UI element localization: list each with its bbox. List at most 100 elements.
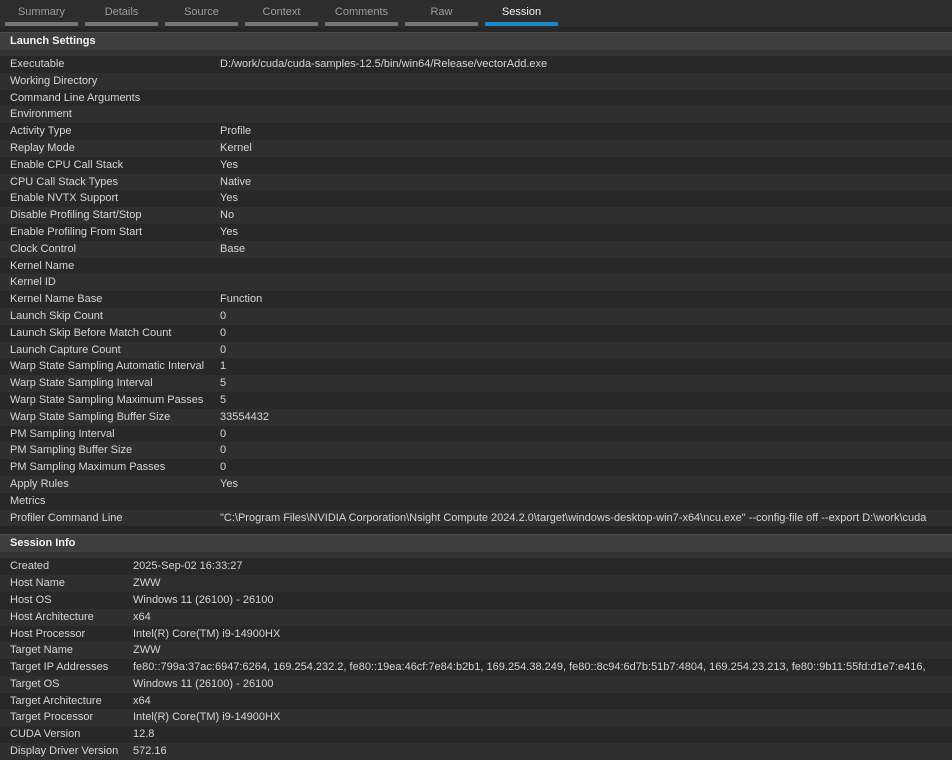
property-row: Enable Profiling From Start Yes: [0, 223, 952, 241]
property-value: 12.8: [133, 728, 155, 741]
property-row: Kernel ID: [0, 274, 952, 292]
property-value: [220, 73, 952, 90]
property-label: Disable Profiling Start/Stop: [10, 209, 142, 222]
property-value: 33554432: [220, 410, 269, 423]
property-row: PM Sampling Buffer Size 0: [0, 442, 952, 460]
property-row: Display Driver Version 572.16: [0, 743, 952, 760]
tab-label: Source: [184, 6, 219, 18]
tab-underline: [85, 22, 158, 26]
property-label: Clock Control: [10, 242, 77, 255]
property-value: 0: [220, 444, 227, 457]
property-value: ZWW: [133, 577, 161, 590]
property-row: Executable D:/work/cuda/cuda-samples-12.5…: [0, 56, 952, 73]
section-header-launch-settings: Launch Settings: [0, 32, 952, 50]
tab-summary[interactable]: Summary: [5, 0, 78, 27]
tab-comments[interactable]: Comments: [325, 0, 398, 27]
property-label: PM Sampling Buffer Size: [10, 444, 133, 457]
property-row: Profiler Command Line "C:\Program Files\N…: [0, 509, 952, 527]
property-row: Launch Skip Count 0: [0, 307, 952, 325]
tab-underline: [5, 22, 78, 26]
property-label: Host Architecture: [10, 610, 94, 623]
property-row: Host Architecture x64: [0, 608, 952, 626]
property-value: Kernel: [220, 141, 252, 154]
property-value: Intel(R) Core(TM) i9-14900HX: [133, 627, 281, 640]
property-label: Display Driver Version: [10, 745, 119, 758]
property-label: Target IP Addresses: [10, 661, 109, 674]
tab-label: Session: [501, 6, 542, 18]
property-row: Host Processor Intel(R) Core(TM) i9-14900…: [0, 625, 952, 643]
property-row: Host Name ZWW: [0, 575, 952, 592]
tab-source[interactable]: Source: [165, 0, 238, 27]
property-label: Launch Skip Before Match Count: [10, 326, 172, 339]
property-label: Target Processor: [10, 711, 94, 724]
property-value: 0: [220, 427, 227, 440]
tab-underline: [165, 22, 238, 26]
property-row: Created 2025-Sep-02 16:33:27: [0, 558, 952, 576]
property-label: Warp State Sampling Buffer Size: [10, 410, 171, 423]
property-row: Target Name ZWW: [0, 642, 952, 660]
property-label: CPU Call Stack Types: [10, 175, 119, 188]
property-label: Replay Mode: [10, 141, 75, 154]
property-label: Warp State Sampling Interval: [10, 377, 153, 390]
property-row: Kernel Name Base Function: [0, 291, 952, 308]
property-label: Target Architecture: [10, 694, 102, 707]
property-label: Apply Rules: [10, 477, 69, 490]
property-label: Kernel ID: [10, 276, 56, 289]
property-value: Yes: [220, 158, 238, 171]
tab-session[interactable]: Session: [485, 0, 558, 27]
property-row: Replay Mode Kernel: [0, 139, 952, 157]
tab-context[interactable]: Context: [245, 0, 318, 27]
property-row: Target Architecture x64: [0, 692, 952, 710]
property-label: Target Name: [10, 644, 73, 657]
tab-bar: Summary Details Source Context Comments Raw Se…: [0, 0, 952, 27]
property-row: PM Sampling Maximum Passes 0: [0, 459, 952, 476]
property-value: 0: [220, 326, 227, 339]
property-row: Metrics: [0, 492, 952, 510]
active-tab-underline: [485, 22, 558, 26]
property-value: x64: [133, 610, 151, 623]
property-row: Target Processor Intel(R) Core(TM) i9-149…: [0, 709, 952, 727]
property-label: PM Sampling Maximum Passes: [10, 461, 166, 474]
tab-label: Summary: [17, 6, 66, 18]
property-value: 0: [220, 461, 227, 474]
property-value: Windows 11 (26100) - 26100: [133, 593, 274, 606]
property-value: D:/work/cuda/cuda-samples-12.5/bin/win64…: [220, 58, 548, 70]
property-value: Native: [220, 175, 252, 188]
tab-underline: [245, 22, 318, 26]
tab-details[interactable]: Details: [85, 0, 158, 27]
tab-label: Raw: [430, 6, 453, 18]
property-label: CUDA Version: [10, 728, 81, 741]
property-row: Target OS Windows 11 (26100) - 26100: [0, 675, 952, 693]
property-label: PM Sampling Interval: [10, 427, 115, 440]
property-value: "C:\Program Files\NVIDIA Corporation\Nsi…: [220, 511, 927, 524]
property-label: Profiler Command Line: [10, 511, 123, 524]
property-row: Warp State Sampling Buffer Size 33554432: [0, 408, 952, 426]
tab-label: Details: [104, 6, 139, 18]
property-label: Target OS: [10, 677, 60, 690]
property-row: Warp State Sampling Maximum Passes 5: [0, 391, 952, 409]
property-value: 1: [220, 360, 227, 373]
property-value: 572.16: [133, 745, 167, 758]
property-label: Enable NVTX Support: [10, 192, 119, 205]
property-row: Environment: [0, 106, 952, 124]
property-value: 0: [220, 343, 227, 356]
property-value: Intel(R) Core(TM) i9-14900HX: [133, 711, 281, 724]
property-row: Activity Type Profile: [0, 123, 952, 140]
property-label: Host Name: [10, 577, 66, 590]
property-label: Kernel Name: [10, 259, 75, 272]
property-value: 5: [220, 377, 227, 390]
property-label: Environment: [10, 108, 72, 121]
property-row: Warp State Sampling Automatic Interval 1: [0, 358, 952, 376]
property-label: Working Directory: [10, 74, 98, 87]
property-value: [220, 106, 952, 123]
property-row: Enable CPU Call Stack Yes: [0, 156, 952, 174]
tab-raw[interactable]: Raw: [405, 0, 478, 27]
tab-label: Comments: [334, 6, 389, 18]
property-row: Target IP Addresses fe80::799a:37ac:6947:…: [0, 659, 952, 676]
property-value: 0: [220, 309, 227, 322]
property-label: Command Line Arguments: [10, 91, 141, 104]
property-value: Yes: [220, 225, 238, 238]
property-label: Launch Capture Count: [10, 343, 121, 356]
property-value: Yes: [220, 192, 238, 205]
property-label: Activity Type: [10, 125, 72, 138]
